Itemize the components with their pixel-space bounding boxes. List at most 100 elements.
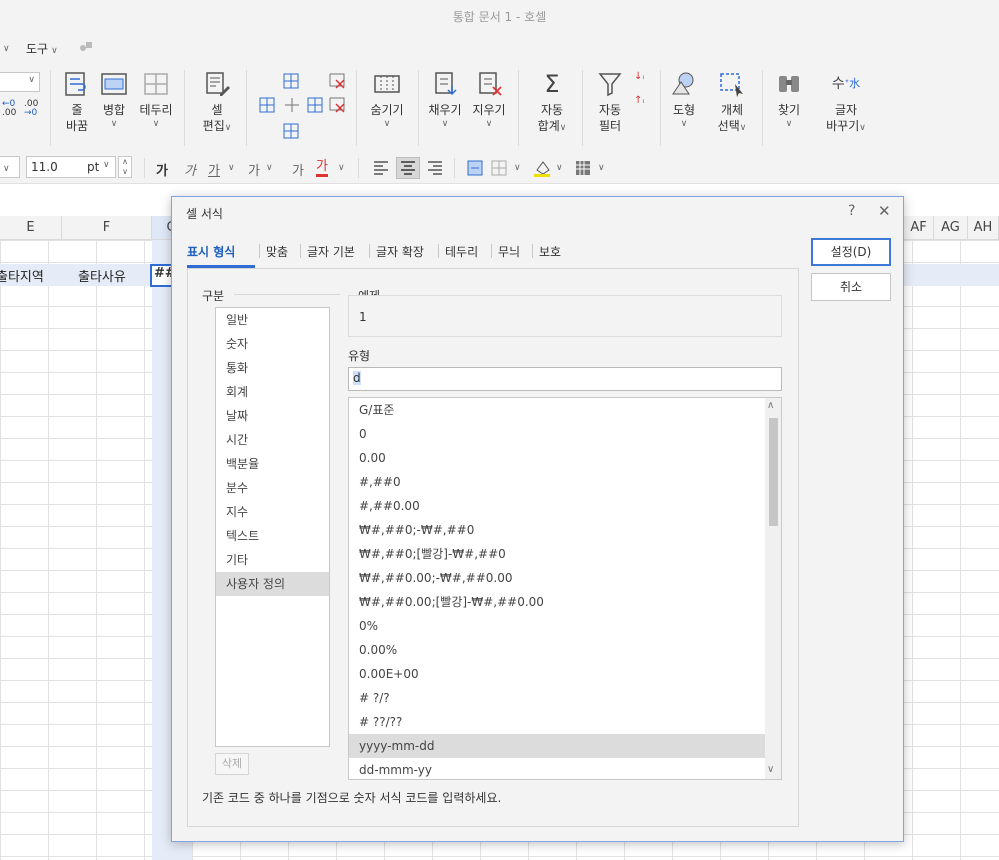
sort-descending-icon[interactable]: ↑ᵢ — [634, 96, 652, 106]
cancel-button[interactable]: 취소 — [811, 273, 891, 301]
font-name-select[interactable]: ∨ — [0, 156, 20, 178]
format-item[interactable]: # ?/? — [349, 686, 765, 710]
tab-font-extended[interactable]: 글자 확장 — [376, 243, 424, 260]
menu-chevron-left[interactable]: ∨ — [0, 40, 10, 54]
category-item[interactable]: 텍스트 — [216, 524, 329, 548]
column-header-ag[interactable]: AG — [934, 216, 968, 240]
chevron-down-icon[interactable]: ∨ — [266, 163, 273, 173]
find-button[interactable]: 찾기 ∨ — [770, 70, 808, 130]
format-item[interactable]: #,##0 — [349, 470, 765, 494]
chevron-down-icon[interactable]: ∨ — [228, 163, 235, 173]
delete-button[interactable]: 삭제 — [215, 753, 249, 775]
close-icon[interactable]: ✕ — [878, 202, 891, 220]
number-format-select[interactable]: ∨ — [0, 72, 40, 92]
help-icon[interactable]: ? — [848, 203, 855, 219]
replace-line1: 글자 — [834, 103, 858, 117]
format-item[interactable]: ₩#,##0;[빨강]-₩#,##0 — [349, 542, 765, 566]
replace-line2: 바꾸기 — [826, 119, 860, 133]
column-header-af[interactable]: AF — [904, 216, 934, 240]
decrease-decimal-icon[interactable]: ←0.00 — [2, 100, 16, 118]
ok-button[interactable]: 설정(D) — [811, 238, 891, 266]
scroll-down-icon[interactable]: ∨ — [767, 764, 774, 775]
format-item[interactable]: ₩#,##0.00;-₩#,##0.00 — [349, 566, 765, 590]
tab-pattern[interactable]: 무늬 — [498, 243, 520, 260]
format-item-selected[interactable]: yyyy-mm-dd — [349, 734, 765, 758]
shape-button[interactable]: 도형 ∨ — [668, 70, 700, 130]
cell-f-value[interactable]: 출타사유 — [78, 266, 126, 285]
cell-e-value[interactable]: 출타지역 — [0, 266, 44, 285]
font-style-button[interactable]: 가 — [292, 160, 304, 179]
chevron-down-icon[interactable]: ∨ — [598, 163, 605, 173]
format-item[interactable]: ₩#,##0.00;[빨강]-₩#,##0.00 — [349, 590, 765, 614]
format-item[interactable]: ₩#,##0;-₩#,##0 — [349, 518, 765, 542]
menu-bar: ∨ 도구 ∨ — [0, 32, 999, 62]
scroll-thumb[interactable] — [769, 418, 778, 526]
increase-decimal-icon[interactable]: .00 →0 — [24, 100, 38, 118]
border-button[interactable]: 테두리 ∨ — [136, 70, 176, 130]
merge-center-icon[interactable] — [466, 159, 484, 177]
format-item[interactable]: dd-mmm-yy — [349, 758, 765, 779]
category-item[interactable]: 분수 — [216, 476, 329, 500]
underline-button[interactable]: 가 — [208, 160, 220, 179]
pattern-icon[interactable] — [574, 159, 592, 177]
bold-button[interactable]: 가 — [156, 160, 168, 179]
tab-border[interactable]: 테두리 — [445, 243, 478, 260]
strikethrough-button[interactable]: 가 — [248, 160, 260, 179]
sort-ascending-icon[interactable]: ↓ᵢ — [634, 72, 652, 82]
puzzle-icon[interactable] — [78, 39, 94, 58]
column-header-e[interactable]: E — [0, 216, 62, 240]
hide-button[interactable]: 숨기기 ∨ — [366, 70, 408, 130]
category-item[interactable]: 일반 — [216, 308, 329, 332]
align-left-icon[interactable] — [372, 159, 390, 177]
merge-button[interactable]: 병합 ∨ — [98, 70, 130, 130]
wrap-text-button[interactable]: 줄 바꿈 — [60, 70, 94, 134]
format-item[interactable]: 0 — [349, 422, 765, 446]
category-item[interactable]: 숫자 — [216, 332, 329, 356]
format-item[interactable]: 0% — [349, 614, 765, 638]
font-color-button[interactable]: 가 — [316, 160, 328, 177]
cell-edit-button[interactable]: 셀 편집∨ — [198, 70, 236, 136]
font-size-stepper[interactable]: ∧ ∨ — [118, 156, 132, 178]
tab-font-basic[interactable]: 글자 기본 — [307, 243, 355, 260]
column-header-f[interactable]: F — [62, 216, 152, 240]
type-input[interactable]: d — [348, 367, 782, 391]
tab-number-format[interactable]: 표시 형식 — [187, 243, 235, 260]
format-code-list[interactable]: G/표준 0 0.00 #,##0 #,##0.00 ₩#,##0;-₩#,##… — [348, 397, 782, 780]
autosum-button[interactable]: Σ 자동 합계∨ — [532, 70, 572, 136]
format-list-scrollbar[interactable]: ∧ ∨ — [765, 398, 781, 779]
fill-color-icon[interactable] — [532, 158, 552, 178]
format-item[interactable]: #,##0.00 — [349, 494, 765, 518]
category-item[interactable]: 날짜 — [216, 404, 329, 428]
scroll-up-icon[interactable]: ∧ — [767, 400, 774, 411]
category-item[interactable]: 통화 — [216, 356, 329, 380]
replace-button[interactable]: 수ᐩ水 글자 바꾸기∨ — [820, 70, 872, 136]
category-list[interactable]: 일반 숫자 통화 회계 날짜 시간 백분율 분수 지수 텍스트 기타 사용자 정… — [215, 307, 330, 747]
menu-tools[interactable]: 도구 ∨ — [26, 40, 58, 57]
italic-button[interactable]: 가 — [184, 160, 196, 179]
align-right-icon[interactable] — [426, 159, 444, 177]
select-object-button[interactable]: 개체 선택∨ — [712, 70, 752, 136]
chevron-down-icon[interactable]: ∨ — [556, 163, 563, 173]
category-item[interactable]: 백분율 — [216, 452, 329, 476]
category-item[interactable]: 회계 — [216, 380, 329, 404]
category-item[interactable]: 시간 — [216, 428, 329, 452]
tab-alignment[interactable]: 맞춤 — [266, 243, 288, 260]
border-icon[interactable] — [490, 159, 508, 177]
format-item[interactable]: G/표준 — [349, 398, 765, 422]
format-item[interactable]: 0.00E+00 — [349, 662, 765, 686]
chevron-down-icon[interactable]: ∨ — [338, 163, 345, 173]
category-item-selected[interactable]: 사용자 정의 — [216, 572, 329, 596]
category-item[interactable]: 지수 — [216, 500, 329, 524]
category-item[interactable]: 기타 — [216, 548, 329, 572]
font-size-input[interactable]: 11.0 pt ∨ — [26, 156, 116, 178]
tab-protection[interactable]: 보호 — [539, 243, 561, 260]
format-item[interactable]: 0.00 — [349, 446, 765, 470]
clear-button[interactable]: 지우기 ∨ — [470, 70, 508, 130]
fill-button[interactable]: 채우기 ∨ — [426, 70, 464, 130]
chevron-down-icon[interactable]: ∨ — [514, 163, 521, 173]
format-item[interactable]: # ??/?? — [349, 710, 765, 734]
align-center-icon[interactable] — [396, 157, 420, 179]
column-header-ah[interactable]: AH — [968, 216, 999, 240]
format-item[interactable]: 0.00% — [349, 638, 765, 662]
autofilter-button[interactable]: 자동 필터 — [594, 70, 626, 134]
